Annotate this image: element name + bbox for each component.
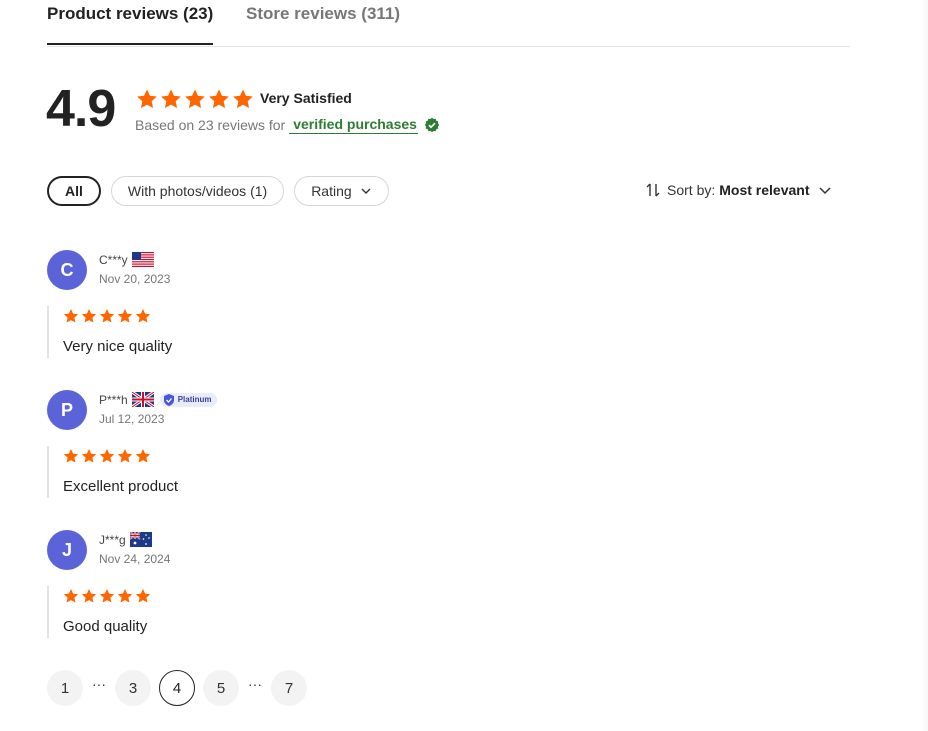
active-tab-indicator (47, 43, 213, 45)
review-body: Very nice quality (47, 306, 172, 358)
star-icon (81, 308, 97, 324)
star-icon (135, 448, 151, 464)
star-icon (99, 448, 115, 464)
page-5-button[interactable]: 5 (203, 670, 239, 706)
review-date: Jul 12, 2023 (99, 412, 165, 426)
review-text: Excellent product (63, 478, 179, 495)
reviewer-name: P***h (99, 392, 128, 407)
filter-all-label: All (65, 183, 83, 199)
avatar: C (47, 250, 87, 290)
star-icon (63, 308, 79, 324)
review-text: Good quality (63, 618, 148, 635)
reviewer-info: C***y (99, 252, 154, 267)
star-icon (81, 588, 97, 604)
review-date: Nov 20, 2023 (99, 272, 171, 286)
page-3-button[interactable]: 3 (115, 670, 151, 706)
star-icon (117, 308, 133, 324)
avatar: P (47, 390, 87, 430)
pagination: 1 ··· 3 4 5 ··· 7 (47, 670, 307, 706)
star-icon (99, 588, 115, 604)
sort-value: Most relevant (719, 182, 810, 198)
star-icon (184, 88, 206, 110)
star-icon (81, 448, 97, 464)
review-item: J J***g Nov 24, 2024 Good quality (47, 530, 850, 650)
star-icon (117, 588, 133, 604)
reviewer-info: J***g (99, 532, 152, 547)
review-item: P P***h Platinum Jul 12, 2023 Excellent … (47, 390, 850, 510)
pagination-ellipsis: ··· (92, 676, 106, 692)
based-on-text: Based on 23 reviews for verified purchas… (135, 116, 440, 134)
review-filters: All With photos/videos (1) Rating (47, 176, 389, 206)
sort-label: Sort by: (667, 182, 716, 198)
star-icon (160, 88, 182, 110)
sort-dropdown[interactable]: Sort by: Most relevant (645, 182, 832, 198)
star-icon (99, 308, 115, 324)
satisfaction-label: Very Satisfied (260, 90, 352, 106)
summary-stars (136, 88, 254, 110)
star-icon (208, 88, 230, 110)
pagination-ellipsis: ··· (248, 676, 262, 692)
page-1-button[interactable]: 1 (47, 670, 83, 706)
review-stars (63, 588, 151, 604)
filter-rating-label: Rating (311, 183, 352, 199)
review-item: C C***y Nov 20, 2023 Very nice quality (47, 250, 850, 370)
star-icon (232, 88, 254, 110)
review-body: Excellent product (47, 446, 178, 498)
us-flag-icon (131, 252, 154, 267)
filter-all-button[interactable]: All (47, 176, 101, 206)
review-stars (63, 448, 178, 464)
platinum-label: Platinum (177, 395, 212, 404)
star-icon (63, 588, 79, 604)
review-text: Very nice quality (63, 338, 173, 355)
review-stars (63, 308, 172, 324)
page-7-button[interactable]: 7 (271, 670, 307, 706)
reviewer-name: J***g (99, 532, 126, 547)
filter-photos-label: With photos/videos (1) (127, 183, 268, 199)
uk-flag-icon (131, 392, 154, 407)
sort-icon (646, 183, 660, 197)
tab-product-reviews[interactable]: Product reviews (23) (47, 4, 213, 24)
page-4-button[interactable]: 4 (159, 670, 195, 706)
based-on-label: Based on 23 reviews for (135, 117, 286, 133)
platinum-badge: Platinum (159, 392, 218, 407)
review-date: Nov 24, 2024 (99, 552, 171, 566)
chevron-down-icon (818, 187, 831, 195)
filter-rating-dropdown[interactable]: Rating (294, 176, 389, 206)
star-icon (135, 308, 151, 324)
review-body: Good quality (47, 586, 151, 638)
star-icon (117, 448, 133, 464)
avatar: J (47, 530, 87, 570)
filter-photos-button[interactable]: With photos/videos (1) (110, 176, 285, 206)
right-edge-shadow (920, 0, 928, 731)
tab-store-reviews[interactable]: Store reviews (311) (246, 4, 400, 24)
star-icon (135, 588, 151, 604)
chevron-down-icon (361, 188, 371, 194)
reviewer-info: P***h Platinum (99, 392, 218, 407)
verified-check-icon (424, 117, 440, 133)
shield-check-icon (163, 393, 174, 406)
average-rating: 4.9 (46, 80, 116, 138)
verified-purchases-link[interactable]: verified purchases (289, 116, 418, 134)
au-flag-icon (129, 532, 152, 547)
star-icon (63, 448, 79, 464)
reviewer-name: C***y (99, 252, 128, 267)
star-icon (136, 88, 158, 110)
review-tabs: Product reviews (23) Store reviews (311) (47, 0, 850, 47)
